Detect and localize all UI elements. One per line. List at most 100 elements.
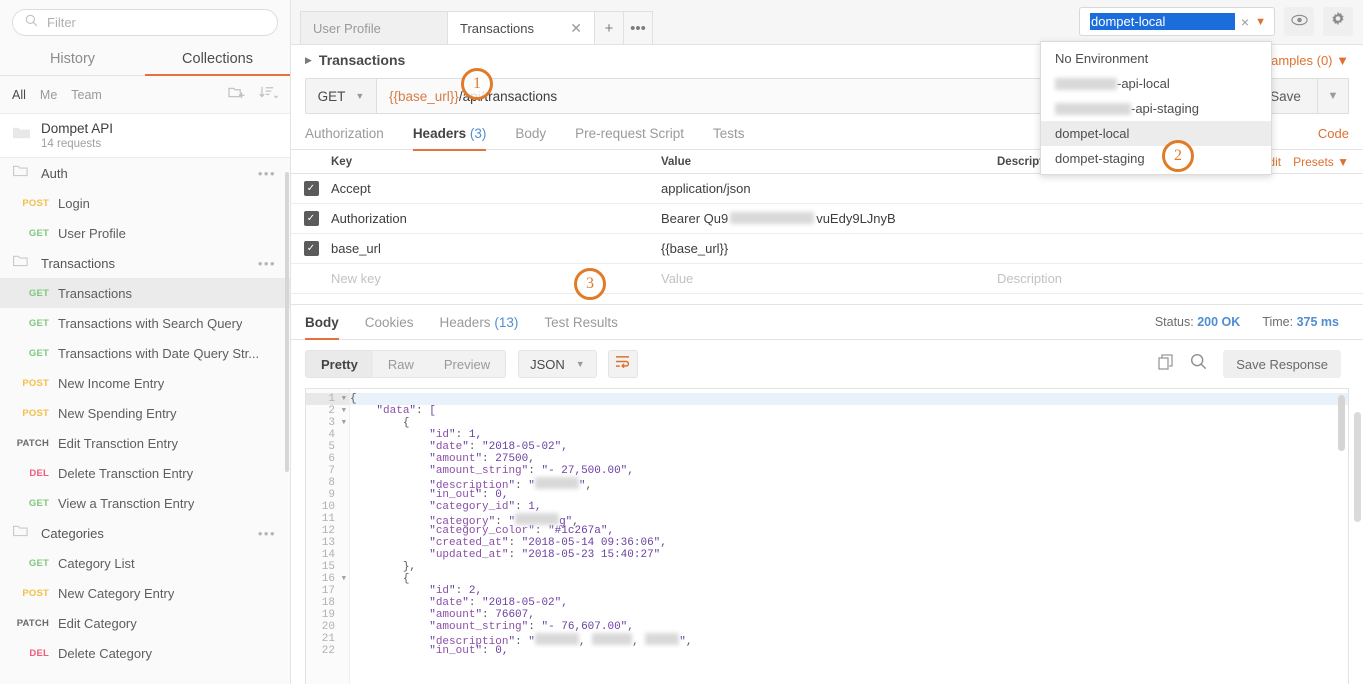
close-icon[interactable]: ✕ bbox=[570, 20, 582, 37]
header-value[interactable]: application/json bbox=[661, 181, 997, 196]
header-key[interactable]: Accept bbox=[331, 181, 661, 196]
fold-toggle-icon[interactable]: ▼ bbox=[342, 405, 346, 417]
request-edit-transction-entry[interactable]: PATCH Edit Transction Entry bbox=[0, 428, 290, 458]
request-new-spending-entry[interactable]: POST New Spending Entry bbox=[0, 398, 290, 428]
environment-option-4[interactable]: dompet-staging bbox=[1041, 146, 1271, 171]
tab-response-body[interactable]: Body bbox=[305, 306, 339, 340]
header-value[interactable]: Bearer Qu9 vuEdy9LJnyB bbox=[661, 211, 997, 226]
request-login[interactable]: POST Login bbox=[0, 188, 290, 218]
tab-options-icon[interactable]: ••• bbox=[623, 11, 653, 44]
table-row[interactable]: ✓ Authorization Bearer Qu9 vuEdy9LJnyB bbox=[291, 204, 1363, 234]
line-number: 19 bbox=[321, 609, 335, 621]
table-row[interactable]: ✓ base_url {{base_url}} bbox=[291, 234, 1363, 264]
environment-quick-look-button[interactable] bbox=[1284, 7, 1314, 36]
tab-test-results[interactable]: Test Results bbox=[544, 306, 618, 339]
settings-button[interactable] bbox=[1323, 7, 1353, 36]
new-folder-icon[interactable] bbox=[228, 85, 245, 105]
annotation-badge-2: 2 bbox=[1162, 140, 1194, 172]
request-transactions[interactable]: GET Transactions bbox=[0, 278, 290, 308]
request-category-list[interactable]: GET Category List bbox=[0, 548, 290, 578]
header-checkbox[interactable]: ✓ bbox=[303, 181, 319, 196]
tab-authorization[interactable]: Authorization bbox=[305, 117, 384, 150]
new-key-input[interactable]: New key bbox=[331, 271, 661, 286]
view-mode-raw[interactable]: Raw bbox=[373, 351, 429, 377]
collection-dompet-api[interactable]: Dompet API 14 requests bbox=[0, 114, 290, 158]
main-scrollbar[interactable] bbox=[1354, 412, 1361, 522]
new-description-input[interactable]: Description bbox=[997, 271, 1363, 286]
response-scrollbar[interactable] bbox=[1338, 395, 1345, 451]
tab-collections[interactable]: Collections bbox=[145, 44, 290, 76]
tab-tests[interactable]: Tests bbox=[713, 117, 745, 150]
environment-selector[interactable]: dompet-local × ▼ bbox=[1079, 7, 1275, 36]
tab-transactions[interactable]: Transactions ✕ bbox=[447, 11, 595, 44]
clear-environment-icon[interactable]: × bbox=[1241, 14, 1249, 30]
chevron-right-icon[interactable]: ▶ bbox=[305, 55, 312, 66]
response-body-viewer[interactable]: 1 ▼ 2 ▼ 3 ▼ 4 5 6 7 8 9 10 11 12 13 14 15 16 ▼ 17 18 19 20 21 22 … bbox=[305, 388, 1349, 684]
environment-option-0[interactable]: No Environment bbox=[1041, 46, 1271, 71]
scope-team[interactable]: Team bbox=[71, 88, 102, 102]
scope-me[interactable]: Me bbox=[40, 88, 57, 102]
line-number: 15 bbox=[321, 561, 335, 573]
word-wrap-button[interactable] bbox=[607, 350, 638, 378]
new-tab-button[interactable]: + bbox=[594, 11, 624, 44]
tab-history[interactable]: History bbox=[0, 44, 145, 75]
method-badge: POST bbox=[22, 407, 49, 419]
method-dropdown[interactable]: GET ▼ bbox=[305, 78, 377, 114]
folder-transactions[interactable]: Transactions ••• bbox=[0, 248, 290, 278]
request-user-profile[interactable]: GET User Profile bbox=[0, 218, 290, 248]
request-view-a-transction-entry[interactable]: GET View a Transction Entry bbox=[0, 488, 290, 518]
sidebar-scrollbar[interactable] bbox=[285, 172, 289, 472]
copy-icon[interactable] bbox=[1158, 353, 1174, 375]
request-new-income-entry[interactable]: POST New Income Entry bbox=[0, 368, 290, 398]
sort-icon[interactable] bbox=[259, 85, 278, 105]
method-badge: GET bbox=[28, 287, 49, 299]
format-dropdown[interactable]: JSON ▼ bbox=[518, 350, 597, 378]
fold-toggle-icon[interactable]: ▼ bbox=[342, 573, 346, 585]
folder-more-icon[interactable]: ••• bbox=[258, 256, 276, 271]
environment-option-3[interactable]: dompet-local bbox=[1041, 121, 1271, 146]
folder-more-icon[interactable]: ••• bbox=[258, 166, 276, 181]
tab-cookies[interactable]: Cookies bbox=[365, 306, 414, 339]
tab-pre-request-script[interactable]: Pre-request Script bbox=[575, 117, 684, 150]
tab-body[interactable]: Body bbox=[515, 117, 546, 150]
folder-more-icon[interactable]: ••• bbox=[258, 526, 276, 541]
view-mode-preview[interactable]: Preview bbox=[429, 351, 505, 377]
response-body-code[interactable]: { "data": [ { "id": 1, "date": "2018-05-… bbox=[350, 389, 1348, 684]
save-response-button[interactable]: Save Response bbox=[1223, 350, 1341, 378]
request-new-category-entry[interactable]: POST New Category Entry bbox=[0, 578, 290, 608]
new-value-input[interactable]: Value bbox=[661, 271, 997, 286]
code-link[interactable]: Code bbox=[1318, 126, 1349, 141]
view-mode-pretty[interactable]: Pretty bbox=[306, 351, 373, 377]
tab-headers[interactable]: Headers (3) bbox=[412, 117, 486, 151]
folder-auth[interactable]: Auth ••• bbox=[0, 158, 290, 188]
search-input[interactable]: Filter bbox=[12, 9, 278, 36]
table-row[interactable]: ✓ Accept application/json bbox=[291, 174, 1363, 204]
presets-dropdown[interactable]: Presets ▼ bbox=[1293, 155, 1349, 169]
environment-option-2[interactable]: -api-staging bbox=[1041, 96, 1271, 121]
request-delete-category[interactable]: DEL Delete Category bbox=[0, 638, 290, 668]
header-key[interactable]: Authorization bbox=[331, 211, 661, 226]
fold-toggle-icon[interactable]: ▼ bbox=[342, 393, 346, 405]
environment-dropdown-menu[interactable]: No Environment -api-local -api-staging domp… bbox=[1040, 41, 1272, 175]
tab-bar: User Profile Transactions ✕ + ••• dompet… bbox=[291, 0, 1363, 45]
request-edit-category[interactable]: PATCH Edit Category bbox=[0, 608, 290, 638]
header-value[interactable]: {{base_url}} bbox=[661, 241, 997, 256]
tab-response-headers[interactable]: Headers (13) bbox=[440, 306, 519, 339]
request-transactions-with-search-query[interactable]: GET Transactions with Search Query bbox=[0, 308, 290, 338]
collection-text: Dompet API 14 requests bbox=[41, 121, 113, 150]
fold-toggle-icon[interactable]: ▼ bbox=[342, 417, 346, 429]
table-row-new[interactable]: New key Value Description bbox=[291, 264, 1363, 294]
tab-user-profile[interactable]: User Profile bbox=[300, 11, 448, 44]
header-checkbox[interactable]: ✓ bbox=[303, 211, 319, 226]
search-icon[interactable] bbox=[1190, 353, 1207, 375]
folder-categories[interactable]: Categories ••• bbox=[0, 518, 290, 548]
save-options-chevron-down-icon[interactable]: ▼ bbox=[1318, 78, 1349, 114]
request-delete-transction-entry[interactable]: DEL Delete Transction Entry bbox=[0, 458, 290, 488]
code-line: "date": "2018-05-02", bbox=[429, 441, 568, 453]
chevron-down-icon[interactable]: ▼ bbox=[1255, 16, 1266, 28]
header-checkbox[interactable]: ✓ bbox=[303, 241, 319, 256]
environment-option-1[interactable]: -api-local bbox=[1041, 71, 1271, 96]
scope-all[interactable]: All bbox=[12, 88, 26, 102]
header-key[interactable]: base_url bbox=[331, 241, 661, 256]
request-transactions-with-date-query-string[interactable]: GET Transactions with Date Query Str... bbox=[0, 338, 290, 368]
